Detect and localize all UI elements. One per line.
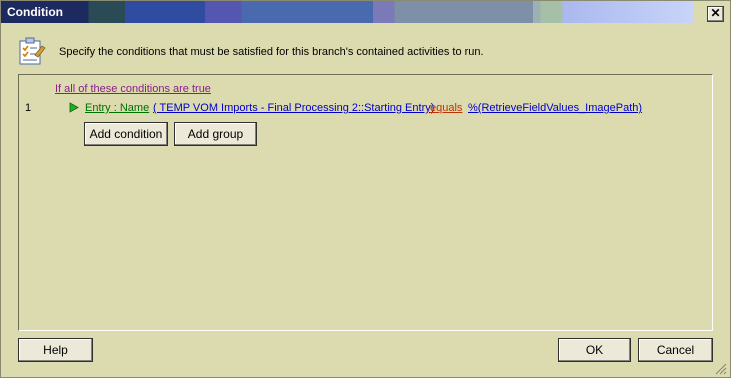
- condition-group-link[interactable]: If all of these conditions are true: [55, 83, 211, 95]
- instruction-text: Specify the conditions that must be sati…: [59, 46, 484, 58]
- title-bar[interactable]: Condition ✕: [1, 1, 730, 23]
- add-condition-button[interactable]: Add condition: [84, 122, 168, 146]
- conditions-panel: If all of these conditions are true 1 En…: [18, 74, 713, 331]
- add-group-button[interactable]: Add group: [174, 122, 257, 146]
- condition-value-link[interactable]: %(RetrieveFieldValues_ImagePath): [468, 102, 642, 114]
- close-button[interactable]: ✕: [707, 6, 724, 22]
- checklist-icon: [19, 37, 46, 65]
- condition-source-link[interactable]: ( TEMP VOM Imports - Final Processing 2:…: [153, 102, 434, 114]
- condition-field-link[interactable]: Entry : Name: [85, 102, 149, 114]
- condition-dialog: Condition ✕ Specify the conditions that …: [0, 0, 731, 378]
- window-title: Condition: [7, 5, 63, 19]
- ok-button[interactable]: OK: [558, 338, 631, 362]
- cancel-button[interactable]: Cancel: [638, 338, 713, 362]
- play-icon[interactable]: [69, 102, 79, 113]
- resize-grip-icon[interactable]: [713, 361, 727, 375]
- condition-row-number: 1: [25, 102, 32, 114]
- help-button[interactable]: Help: [18, 338, 93, 362]
- condition-operator-link[interactable]: equals: [430, 102, 462, 114]
